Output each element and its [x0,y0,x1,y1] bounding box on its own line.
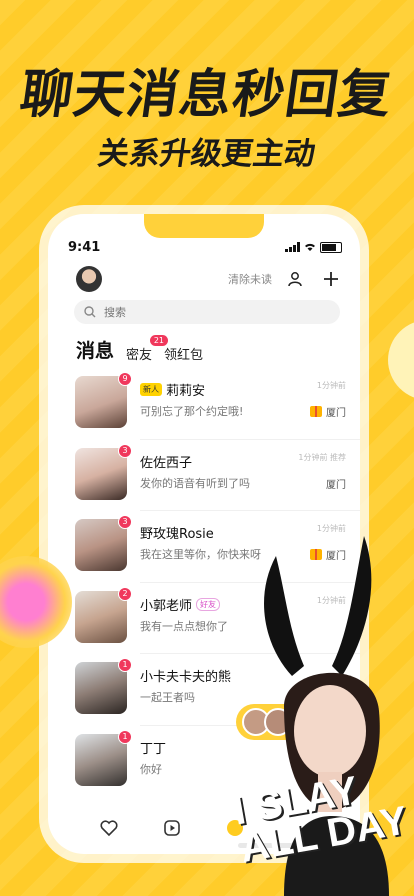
location-label: 厦门 [326,479,346,491]
heart-icon[interactable] [99,818,121,840]
contact-name: 野玫瑰Rosie [140,527,214,542]
message-preview: 你好 [140,762,162,776]
search-bar[interactable] [74,300,340,324]
message-preview: 可别忘了那个约定哦! [140,405,244,418]
unread-badge: 1 [118,729,132,744]
unread-badge: 3 [118,443,132,458]
search-icon [84,306,96,318]
unread-badge: 3 [118,515,132,529]
contact-name-wrap: 新人 莉莉安 [140,380,205,399]
contact-name-wrap: 佐佐西子 [140,452,192,471]
message-time: 1分钟前 推荐 [298,452,346,462]
new-user-tag: 新人 [140,383,162,396]
contact-name-wrap: 野玫瑰Rosie [140,523,214,542]
wifi-icon [305,243,315,251]
message-preview: 一起王者吗 [140,691,195,704]
tab-red-packet[interactable]: 领红包 [164,344,203,363]
contacts-icon[interactable] [282,266,308,292]
search-input[interactable] [102,304,306,320]
promo-subline: 关系升级更主动 [95,136,318,172]
battery-icon [320,241,342,253]
unread-badge: 2 [118,586,132,601]
unread-badge: 9 [118,372,132,386]
status-time: 9:41 [68,239,101,255]
gift-icon[interactable] [310,406,322,417]
video-icon[interactable] [162,818,184,840]
clear-unread-button[interactable]: 清除未读 [228,271,272,287]
message-tabs: 消息 密友 21 领红包 [76,335,203,363]
tab-messages[interactable]: 消息 [76,336,114,363]
message-preview: 发你的语音有听到了吗 [140,476,250,490]
user-avatar[interactable] [76,266,102,292]
status-icons [285,241,342,253]
location-wrap: 厦门 [326,476,346,491]
top-bar: 清除未读 [76,264,344,294]
message-time: 1分钟前 [316,524,346,533]
add-icon[interactable] [318,266,344,292]
promo-headline: 聊天消息秒回复 [16,65,396,125]
contact-name: 小郭老师 [140,598,193,614]
location-wrap: 厦门 [310,404,346,419]
decorative-blob-right [388,320,414,400]
conversation-row[interactable]: 3 佐佐西子 发你的语音有听到了吗 1分钟前 推荐 厦门 [48,440,360,511]
tab-close-friends-label: 密友 [126,348,153,363]
tab-close-friends[interactable]: 密友 21 [126,335,169,363]
conversation-row[interactable]: 9 新人 莉莉安 可别忘了那个约定哦! 1分钟前 厦门 [48,368,360,440]
phone-notch [144,214,264,238]
location-label: 厦门 [326,408,346,419]
contact-name-wrap: 丁丁 [140,738,166,757]
contact-name: 丁丁 [140,741,167,757]
status-bar: 9:41 [68,238,342,256]
contact-name-wrap: 小郭老师 好友 [140,595,221,614]
signal-icon [285,242,300,252]
contact-name: 佐佐西子 [140,455,193,471]
message-time: 1分钟前 [316,381,346,390]
contact-name: 莉莉安 [166,384,206,399]
unread-badge: 1 [118,658,132,672]
